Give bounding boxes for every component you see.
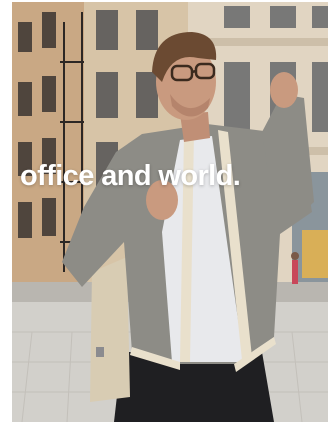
hero-headline: office and world. [20, 160, 241, 192]
page: office and world. [0, 0, 328, 427]
tote-bag [90, 257, 130, 402]
raised-hand [270, 72, 298, 108]
hero-photo [12, 2, 328, 422]
hero-banner[interactable]: office and world. [12, 2, 328, 422]
